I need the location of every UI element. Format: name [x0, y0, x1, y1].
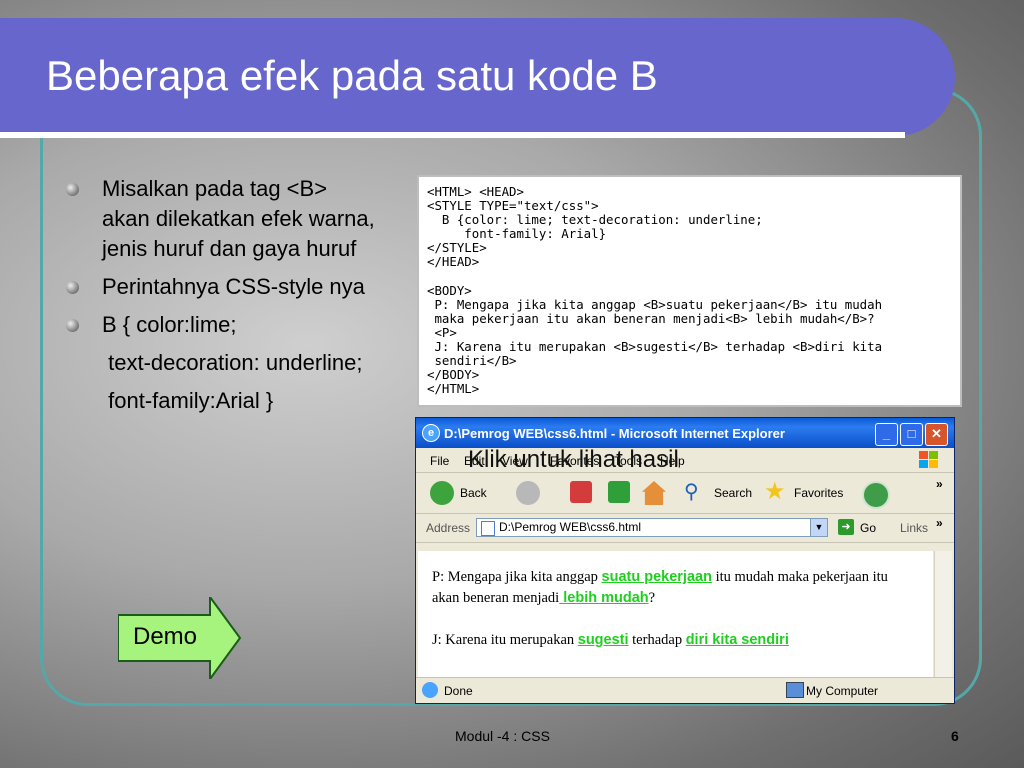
favorites-label[interactable]: Favorites — [794, 486, 843, 500]
page-icon — [481, 521, 495, 536]
slide-title: Beberapa efek pada satu kode B — [46, 52, 658, 99]
close-button[interactable]: ✕ — [925, 423, 948, 446]
vertical-scrollbar[interactable] — [934, 551, 952, 678]
page-content: P: Mengapa jika kita anggap suatu pekerj… — [418, 551, 933, 678]
code-line: sendiri</B> — [427, 353, 517, 369]
bold-lime-text: diri kita sendiri — [685, 632, 789, 648]
bullet-text: Perintahnya CSS-style nya — [102, 274, 365, 299]
overlay-link-text[interactable]: Klik untuk lihat hasil — [468, 446, 679, 474]
chevron-icon[interactable]: » — [936, 477, 943, 491]
computer-icon — [786, 682, 804, 698]
minimize-button[interactable]: _ — [875, 423, 898, 446]
content-paragraph-2: J: Karena itu merupakan sugesti terhadap… — [432, 630, 902, 651]
bullet-dot-icon — [66, 183, 79, 196]
back-label[interactable]: Back — [460, 486, 487, 500]
bullet-continuation: text-decoration: underline; — [102, 350, 363, 375]
minimize-icon: _ — [882, 426, 891, 441]
address-input[interactable]: D:\Pemrog WEB\css6.html ▼ — [476, 518, 828, 537]
links-label[interactable]: Links — [900, 521, 928, 535]
bullet-list: Misalkan pada tag <B> akan dilekatkan ef… — [66, 174, 376, 424]
content-text: terhadap — [628, 632, 686, 648]
browser-toolbar: Back ⚲ Search ★ Favorites » — [416, 473, 954, 514]
menu-file[interactable]: File — [430, 454, 449, 468]
search-icon[interactable]: ⚲ — [684, 479, 699, 504]
browser-titlebar: e D:\Pemrog WEB\css6.html - Microsoft In… — [416, 418, 954, 448]
code-line: <BODY> — [427, 282, 472, 298]
code-line: <HTML> <HEAD> — [427, 184, 524, 199]
code-line: <P> — [427, 324, 457, 340]
status-zone: My Computer — [806, 684, 879, 698]
bold-lime-text: lebih mudah — [559, 590, 649, 606]
bullet-continuation: font-family:Arial } — [102, 388, 274, 413]
address-label: Address — [426, 521, 471, 535]
code-line: P: Mengapa jika kita anggap <B>suatu pek… — [427, 296, 883, 312]
code-line: </STYLE> — [427, 240, 487, 256]
title-underline — [0, 132, 905, 138]
address-bar: Address D:\Pemrog WEB\css6.html ▼ ➜ Go L… — [416, 514, 954, 543]
content-text: P: Mengapa jika kita anggap — [432, 569, 602, 585]
status-text: Done — [444, 684, 473, 698]
bullet-text: Misalkan pada tag <B> akan dilekatkan ef… — [102, 176, 375, 261]
bold-lime-text: suatu pekerjaan — [601, 569, 712, 585]
menu-bar: File Edit View Favorites Tools Help Klik… — [416, 446, 954, 474]
maximize-icon: □ — [907, 426, 916, 441]
windows-logo-icon — [919, 451, 938, 468]
refresh-icon[interactable] — [608, 481, 630, 503]
bold-lime-text: sugesti — [577, 632, 629, 648]
content-text: ? — [648, 590, 656, 606]
go-button[interactable]: Go — [860, 521, 876, 535]
browser-window: e D:\Pemrog WEB\css6.html - Microsoft In… — [415, 417, 955, 704]
page-number: 6 — [951, 728, 959, 744]
code-line: B {color: lime; text-decoration: underli… — [427, 212, 763, 228]
maximize-button[interactable]: □ — [900, 423, 923, 446]
history-icon[interactable] — [862, 481, 890, 509]
address-value: D:\Pemrog WEB\css6.html — [499, 520, 642, 534]
window-title: D:\Pemrog WEB\css6.html - Microsoft Inte… — [444, 426, 785, 441]
code-line: J: Karena itu merupakan <B>sugesti</B> t… — [427, 339, 883, 355]
code-line: </HEAD> — [427, 254, 480, 270]
bullet-dot-icon — [66, 319, 79, 332]
bullet-text: B { color:lime; — [102, 312, 237, 337]
content-text: J: Karena itu merupakan — [432, 632, 578, 648]
code-line: </BODY> — [427, 367, 480, 383]
content-paragraph-1: P: Mengapa jika kita anggap suatu pekerj… — [432, 567, 902, 609]
status-bar: Done My Computer — [416, 677, 954, 703]
bullet-item: Misalkan pada tag <B> akan dilekatkan ef… — [66, 174, 376, 264]
code-line: font-family: Arial} — [427, 226, 607, 242]
home-icon[interactable] — [642, 481, 666, 505]
go-arrow-icon[interactable]: ➜ — [838, 519, 854, 535]
favorites-star-icon[interactable]: ★ — [764, 477, 786, 506]
demo-label[interactable]: Demo — [133, 623, 197, 651]
code-line: <STYLE TYPE="text/css"> — [427, 198, 599, 214]
forward-icon[interactable] — [516, 481, 540, 505]
code-line: </HTML> — [427, 381, 480, 397]
address-dropdown-button[interactable]: ▼ — [810, 519, 827, 536]
links-chevron-icon[interactable]: » — [936, 516, 943, 530]
ie-page-icon — [422, 682, 438, 698]
code-panel: <HTML> <HEAD> <STYLE TYPE="text/css"> B {… — [417, 175, 962, 407]
footer-text: Modul -4 : CSS — [455, 728, 550, 744]
bullet-item: B { color:lime; — [66, 310, 376, 340]
bullet-item: Perintahnya CSS-style nya — [66, 272, 376, 302]
ie-logo-icon: e — [422, 424, 440, 442]
bullet-dot-icon — [66, 281, 79, 294]
back-icon[interactable] — [430, 481, 454, 505]
search-label[interactable]: Search — [714, 486, 752, 500]
close-icon: ✕ — [931, 426, 942, 441]
code-line: maka pekerjaan itu akan beneran menjadi<… — [427, 310, 875, 326]
stop-icon[interactable] — [570, 481, 592, 503]
